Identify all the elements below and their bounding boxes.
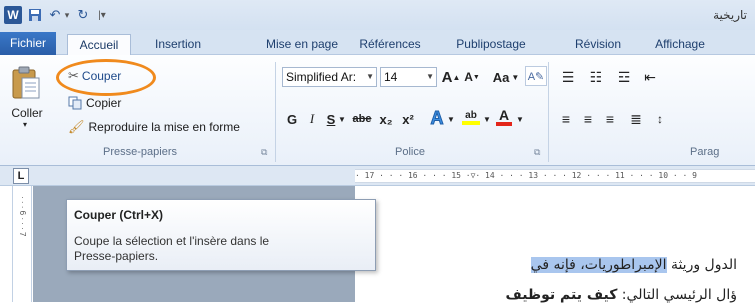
highlight-swatch (462, 120, 480, 125)
decrease-indent-button[interactable]: ⇤ (642, 67, 658, 87)
multilevel-list-button[interactable]: ☲ (612, 67, 636, 87)
chevron-down-icon: ▼ (426, 72, 434, 81)
italic-button[interactable]: I (304, 109, 320, 129)
shrink-font-label: A (464, 70, 473, 84)
highlight-circle (56, 59, 156, 96)
font-name-select[interactable]: Simplified Ar: ▼ (282, 67, 377, 87)
chevron-down-icon[interactable]: ▼ (338, 109, 346, 129)
font-group-label: Police (395, 146, 425, 158)
paste-icon (12, 66, 40, 99)
vruler-marks: · · · 6 · · · 7 (18, 196, 27, 237)
format-painter-icon: 🖌 (68, 119, 85, 134)
grow-font-label: A (441, 68, 453, 86)
copy-label: Copier (86, 96, 122, 110)
text-effects-button[interactable]: A (426, 107, 448, 128)
tooltip: Couper (Ctrl+X) Coupe la sélection et l'… (66, 199, 376, 271)
highlight-button[interactable]: ab (459, 107, 483, 127)
align-right-button[interactable]: ≡ (600, 109, 620, 129)
subscript-button[interactable]: x₂ (376, 109, 396, 129)
tab-publipostage[interactable]: Publipostage (446, 34, 536, 55)
group-separator (548, 62, 549, 162)
save-icon[interactable] (27, 6, 43, 24)
bold-button[interactable]: G (284, 109, 300, 129)
tab-mise-en-page[interactable]: Mise en page (257, 34, 347, 55)
undo-dropdown-icon[interactable]: ▾ (63, 6, 71, 24)
chevron-down-icon[interactable]: ▼ (516, 109, 524, 129)
tooltip-title: Couper (Ctrl+X) (74, 208, 164, 222)
document-page[interactable]: الدول وريثة الإمبراطوريات، فإنه في ؤال ا… (355, 186, 755, 303)
tab-selector-button[interactable]: L (13, 168, 29, 184)
customize-toolbar-icon[interactable]: |▾ (95, 6, 109, 24)
dialog-launcher-icon[interactable]: ⧉ (534, 147, 540, 158)
highlight-label: ab (465, 109, 477, 121)
tab-insertion[interactable]: Insertion (143, 34, 213, 55)
paste-button[interactable]: Coller ▾ (8, 64, 46, 134)
window-title: تاريخية (713, 8, 747, 22)
format-painter-label: Reproduire la mise en forme (88, 120, 240, 134)
ribbon-tab-bar: Fichier Accueil Insertion Mise en page R… (0, 30, 755, 55)
document-text: ؤال الرئيسي التالي: (617, 287, 737, 303)
bullets-button[interactable]: ☰ (556, 67, 580, 87)
dialog-launcher-icon[interactable]: ⧉ (261, 147, 267, 158)
selected-text: الإمبراطوريات، فإنه في (530, 257, 667, 273)
document-text: الدول وريثة (666, 257, 737, 273)
tooltip-description: Coupe la sélection et l'insère dans le P… (74, 234, 270, 263)
document-line-1[interactable]: الدول وريثة الإمبراطوريات، فإنه في (355, 257, 755, 273)
numbering-button[interactable]: ☷ (584, 67, 608, 87)
title-bar: W ↶ ▾ ↻ |▾ تاريخية (0, 0, 755, 30)
font-color-button[interactable]: A (494, 107, 514, 127)
chevron-down-icon[interactable]: ▼ (447, 109, 455, 129)
chevron-down-icon: ▾ (23, 120, 28, 129)
line-spacing-button[interactable]: ↕ (652, 109, 668, 129)
grow-font-button[interactable]: A ▲ (440, 67, 462, 87)
format-painter-button[interactable]: 🖌 Reproduire la mise en forme (68, 118, 240, 136)
redo-icon[interactable]: ↻ (75, 6, 91, 24)
paste-label: Coller (11, 106, 43, 120)
align-left-button[interactable]: ≡ (556, 109, 576, 129)
vertical-ruler: · · · 6 · · · 7 (12, 186, 32, 302)
word-logo-icon[interactable]: W (4, 6, 22, 24)
tab-fichier[interactable]: Fichier (0, 32, 56, 55)
shrink-font-button[interactable]: A ▼ (462, 67, 482, 87)
chevron-down-icon[interactable]: ▼ (483, 109, 491, 129)
tab-revision[interactable]: Révision (563, 34, 633, 55)
tab-references[interactable]: Références (355, 34, 425, 55)
clear-formatting-icon[interactable]: A✎ (525, 66, 547, 86)
chevron-down-icon: ▼ (366, 72, 374, 81)
ruler-marks: · 17 · · · 16 · · · 15 ·▽· 14 · · · 13 ·… (355, 169, 755, 183)
font-size-value: 14 (384, 70, 398, 84)
font-color-swatch (496, 122, 512, 126)
strikethrough-button[interactable]: abe (350, 109, 374, 129)
tab-accueil[interactable]: Accueil (67, 34, 131, 55)
align-center-button[interactable]: ≡ (578, 109, 598, 129)
font-size-select[interactable]: 14 ▼ (380, 67, 437, 87)
undo-icon[interactable]: ↶ (47, 6, 63, 24)
copy-icon (68, 96, 82, 110)
bold-text: كيف يتم توظيف (505, 287, 618, 303)
change-case-button[interactable]: Aa ▼ (489, 67, 523, 87)
underline-button[interactable]: S (323, 109, 339, 129)
clipboard-group-label: Presse-papiers (103, 146, 177, 158)
group-separator (275, 62, 276, 162)
justify-button[interactable]: ≣ (622, 109, 650, 129)
superscript-button[interactable]: x² (398, 109, 418, 129)
font-name-value: Simplified Ar: (286, 70, 357, 84)
horizontal-ruler: L · 17 · · · 16 · · · 15 ·▽· 14 · · · 13… (0, 166, 755, 186)
tab-affichage[interactable]: Affichage (640, 34, 720, 55)
document-line-2[interactable]: ؤال الرئيسي التالي: كيف يتم توظيف (355, 287, 755, 303)
paragraph-group-label: Parag (690, 146, 720, 158)
change-case-label: Aa (492, 69, 510, 85)
font-color-label: A (498, 107, 510, 123)
copy-button[interactable]: Copier (68, 94, 121, 112)
